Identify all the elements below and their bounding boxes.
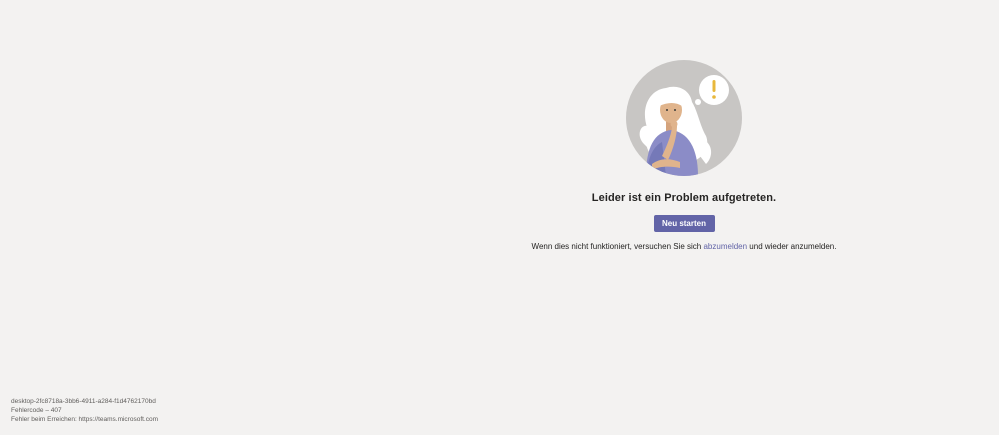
error-page: Leider ist ein Problem aufgetreten. Neu …: [0, 0, 999, 435]
session-id: desktop-2fc8718a-3bb6-4911-a284-f1d47621…: [11, 398, 156, 405]
error-code: Fehlercode – 407: [11, 407, 62, 414]
woman-thinking-illustration: [626, 60, 742, 176]
reach-error: Fehler beim Erreichen: https://teams.mic…: [11, 416, 159, 423]
error-title: Leider ist ein Problem aufgetreten.: [591, 192, 777, 204]
restart-button[interactable]: Neu starten: [653, 215, 715, 232]
sign-out-hint: Wenn dies nicht funktioniert, versuchen …: [484, 242, 884, 251]
diagnostics-footer: desktop-2fc8718a-3bb6-4911-a284-f1d47621…: [11, 397, 158, 424]
sign-out-link[interactable]: abzumelden: [703, 242, 747, 251]
error-panel: Leider ist ein Problem aufgetreten. Neu …: [484, 60, 884, 251]
hint-text-before: Wenn dies nicht funktioniert, versuchen …: [531, 242, 704, 251]
hint-text-after: und wieder anzumelden.: [747, 242, 837, 251]
